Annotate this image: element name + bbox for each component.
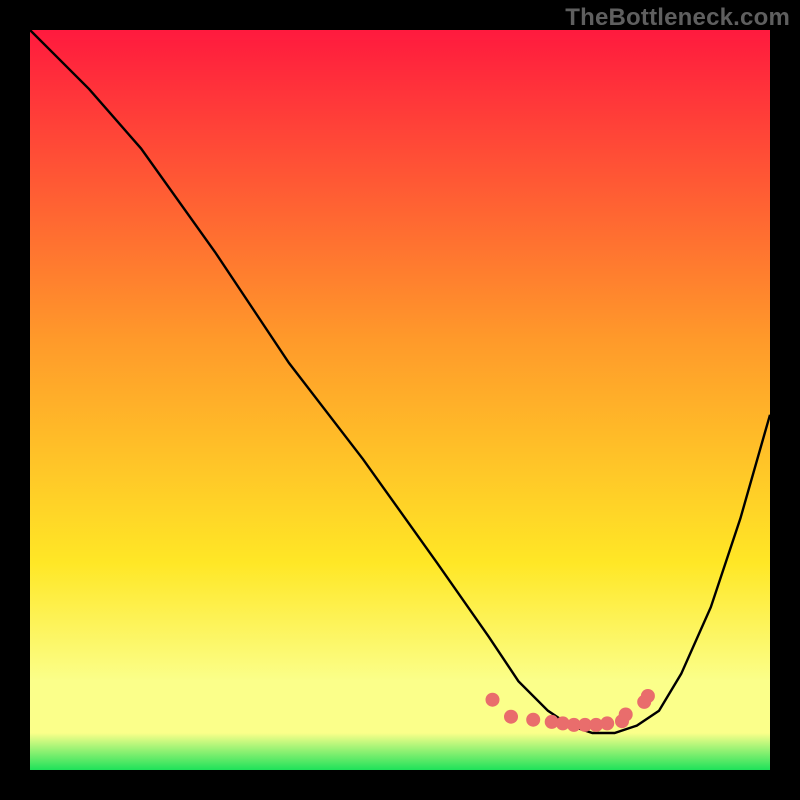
chart-canvas (30, 30, 770, 770)
chart-frame: TheBottleneck.com (0, 0, 800, 800)
optimal-dot (619, 708, 633, 722)
optimal-dot (486, 693, 500, 707)
optimal-dot (504, 710, 518, 724)
watermark-text: TheBottleneck.com (565, 4, 790, 32)
optimal-dot (526, 713, 540, 727)
optimal-dot (600, 716, 614, 730)
gradient-background (30, 30, 770, 770)
optimal-dot (641, 689, 655, 703)
